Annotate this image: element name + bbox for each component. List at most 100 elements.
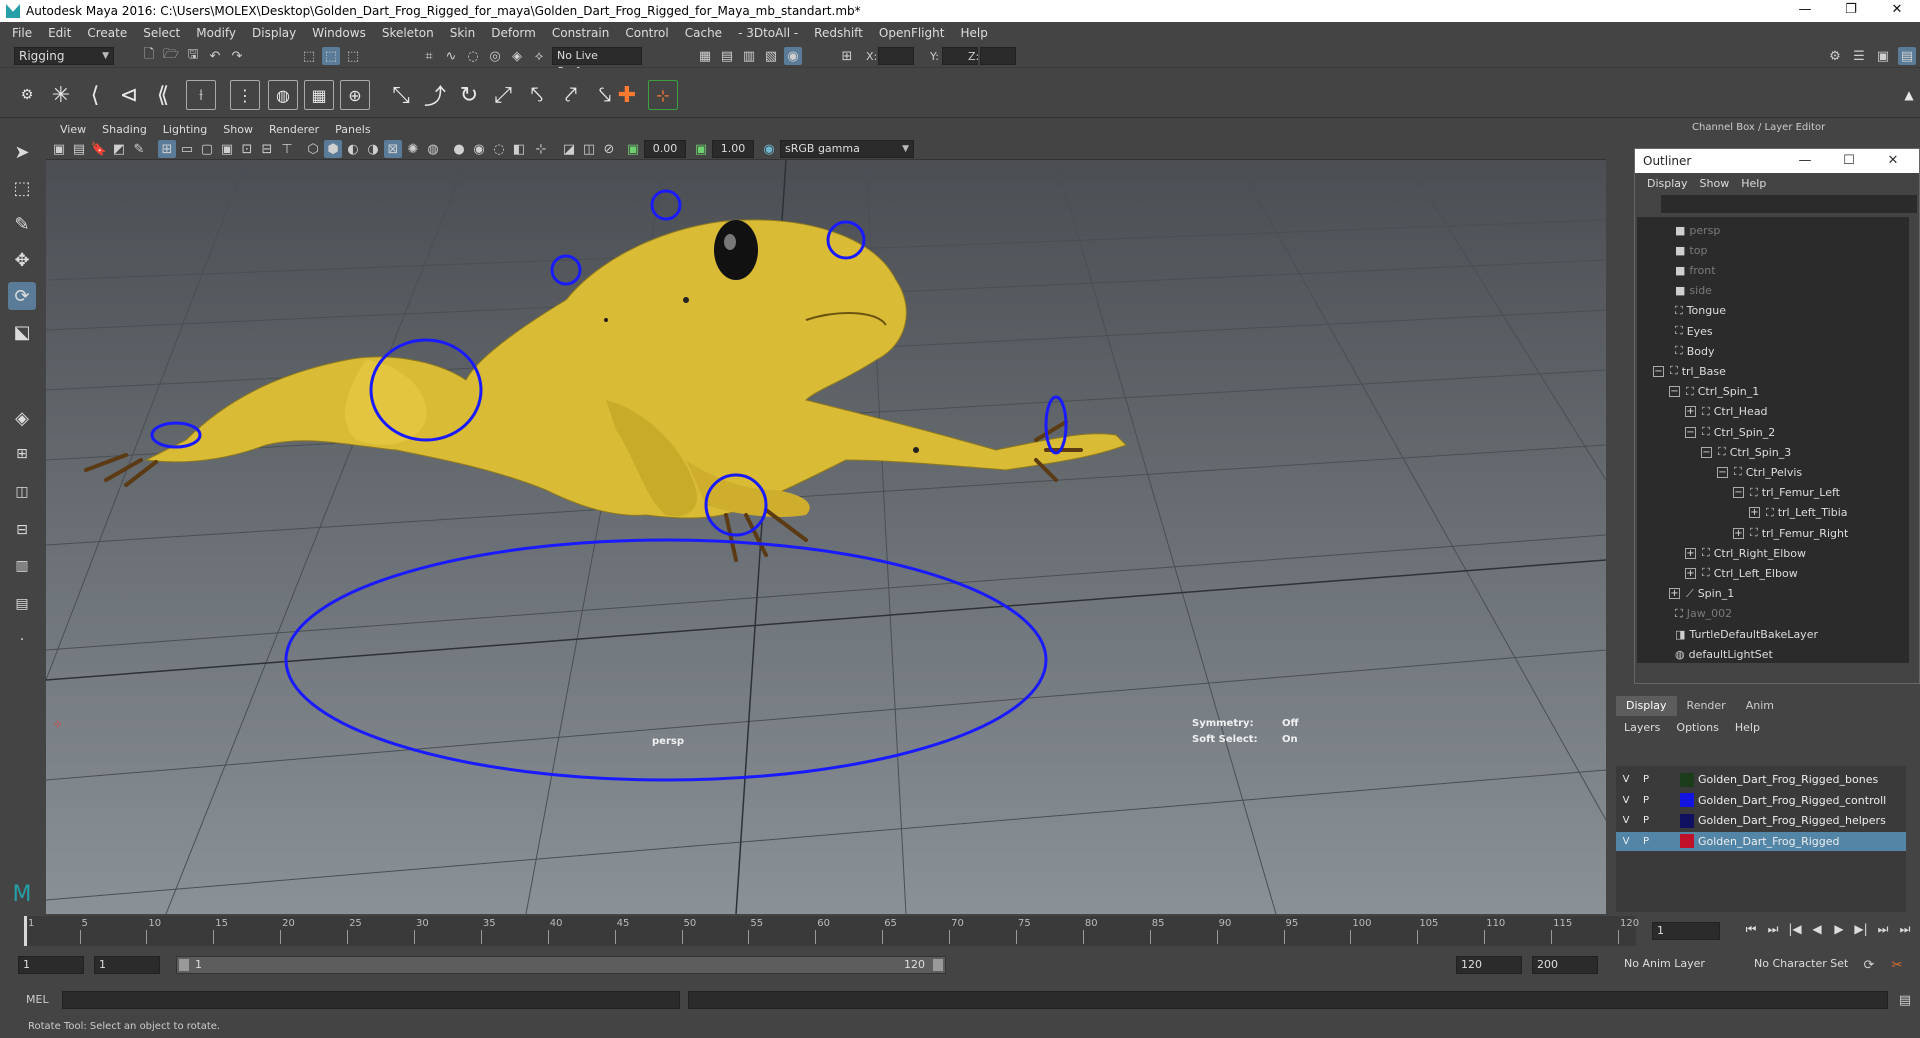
command-language-label[interactable]: MEL [26, 993, 49, 1006]
go-to-end-button[interactable]: ⏭ [1894, 922, 1916, 937]
current-frame-field[interactable]: 1 [1652, 922, 1720, 940]
tab-render[interactable]: Render [1677, 696, 1736, 716]
expand-icon[interactable]: + [1669, 588, 1680, 600]
vp-menu-lighting[interactable]: Lighting [155, 123, 215, 136]
transform-mode-icon[interactable]: ⊞ [838, 47, 856, 65]
layer-color-swatch[interactable] [1680, 834, 1694, 848]
layer-row[interactable]: V P Golden_Dart_Frog_Rigged_helpers [1616, 811, 1906, 830]
layer-visibility-toggle[interactable]: V [1616, 774, 1636, 785]
vp-menu-show[interactable]: Show [215, 123, 261, 136]
layer-playback-toggle[interactable]: P [1636, 815, 1656, 826]
layout-outliner-icon[interactable]: ▥ [8, 552, 36, 580]
render-frame-icon[interactable]: ▦ [696, 47, 714, 65]
gate-mask-icon[interactable]: ▣ [218, 140, 236, 158]
layer-playback-toggle[interactable]: P [1636, 774, 1656, 785]
expand-icon[interactable]: + [1685, 406, 1696, 418]
range-bar[interactable]: 1 120 [176, 956, 946, 974]
character-set-dropdown[interactable]: No Character Set [1750, 956, 1876, 974]
anim-layer-dropdown[interactable]: No Anim Layer [1620, 956, 1744, 974]
outliner-item[interactable]: + ⛶ trl_Left_Tibia [1749, 504, 1848, 522]
outliner-item[interactable]: ⛶ Jaw_002 [1675, 605, 1732, 623]
tool-settings-icon[interactable]: ▣ [1874, 47, 1892, 65]
exposure-field[interactable]: 0.00 [644, 140, 686, 158]
grease-pencil-icon[interactable]: ✎ [130, 140, 148, 158]
motion-blur-icon[interactable]: ◉ [470, 140, 488, 158]
menu-windows[interactable]: Windows [304, 26, 374, 40]
outliner-tree[interactable]: ■ persp ■ top ■ front ■ side ⛶ Tongue ⛶ Eyes ⛶ Body − ⛶… [1637, 217, 1909, 663]
wireframe-on-shaded-icon[interactable]: ⊠ [384, 140, 402, 158]
outliner-item[interactable]: ⛶ Eyes [1675, 322, 1713, 340]
aim-constraint-icon[interactable]: ⤴ [420, 80, 450, 110]
outliner-item[interactable]: − ⛶ Ctrl_Pelvis [1717, 463, 1802, 481]
render-view-icon[interactable]: ▤ [718, 47, 736, 65]
layer-visibility-toggle[interactable]: V [1616, 836, 1636, 847]
bind-skin-icon[interactable]: ⟊ [186, 80, 216, 110]
outliner-menu-display[interactable]: Display [1641, 177, 1694, 190]
expand-icon[interactable]: + [1749, 507, 1760, 519]
antialiasing-icon[interactable]: ◌ [490, 140, 508, 158]
layout-side-icon[interactable]: ◫ [8, 478, 36, 506]
outliner-close-button[interactable]: ✕ [1871, 149, 1915, 173]
menuset-dropdown[interactable]: Rigging ▼ [14, 47, 114, 65]
layout-graph-icon[interactable]: ▤ [8, 590, 36, 618]
outliner-item[interactable]: − ⛶ trl_Base [1653, 362, 1726, 380]
menu-help[interactable]: Help [952, 26, 995, 40]
play-backwards-button[interactable]: ◀ [1806, 922, 1828, 937]
select-tool-icon[interactable]: ➤ [8, 138, 36, 166]
layer-color-swatch[interactable] [1680, 772, 1694, 787]
timeline-ruler[interactable]: 1 5 10 15 20 25 30 35 40 45 50 55 60 65 70 75 80 85 90 95 10… [24, 916, 1639, 946]
restore-button[interactable]: ❐ [1828, 0, 1874, 22]
layout-stack-icon[interactable]: ⊟ [8, 516, 36, 544]
group-icon[interactable]: ⊹ [648, 80, 678, 110]
create-joints-icon[interactable]: ✳ [46, 80, 76, 110]
shelf-scroll-icon[interactable]: ▲ [1894, 80, 1920, 110]
x-field[interactable] [878, 47, 914, 65]
outliner-item[interactable]: − ⛶ Ctrl_Spin_2 [1685, 423, 1775, 441]
safe-title-icon[interactable]: ⊤ [278, 140, 296, 158]
vp-menu-shading[interactable]: Shading [94, 123, 155, 136]
viewport-scene[interactable]: Symmetry: Off Soft Select: On persp ⊹ [46, 160, 1606, 914]
xray-components-icon[interactable]: ⊘ [600, 140, 618, 158]
vp-menu-panels[interactable]: Panels [327, 123, 378, 136]
point-constraint-icon[interactable]: ⤡ [386, 80, 416, 110]
menu-skin[interactable]: Skin [442, 26, 484, 40]
outliner-maximize-button[interactable]: ☐ [1827, 149, 1871, 173]
exposure-icon[interactable]: ▣ [624, 140, 642, 158]
color-management-icon[interactable]: ◉ [760, 140, 778, 158]
collapse-icon[interactable]: − [1653, 365, 1664, 377]
menu-redshift[interactable]: Redshift [806, 26, 871, 40]
layer-row[interactable]: V P Golden_Dart_Frog_Rigged [1616, 831, 1906, 851]
textured-icon[interactable]: ◑ [364, 140, 382, 158]
ambient-occlusion-icon[interactable]: ● [450, 140, 468, 158]
step-back-frame-button[interactable]: |◀ [1784, 922, 1806, 937]
end-time-field[interactable]: 200 [1532, 956, 1598, 974]
ipr-render-icon[interactable]: ▥ [740, 47, 758, 65]
collapse-icon[interactable]: − [1669, 386, 1680, 398]
lattice-icon[interactable]: ▦ [304, 80, 334, 110]
menu-3dtoall[interactable]: - 3DtoAll - [730, 26, 806, 40]
tab-anim[interactable]: Anim [1736, 696, 1784, 716]
layer-color-swatch[interactable] [1680, 813, 1694, 828]
snap-grid-icon[interactable]: ⌗ [420, 47, 438, 65]
z-field[interactable] [980, 47, 1016, 65]
outliner-item[interactable]: ⛶ Body [1675, 342, 1714, 360]
render-settings-icon[interactable]: ▧ [762, 47, 780, 65]
outliner-item[interactable]: + ⛶ Ctrl_Right_Elbow [1685, 544, 1806, 562]
default-material-icon[interactable]: ◐ [344, 140, 362, 158]
insert-joint-icon[interactable]: ⟨ [80, 80, 110, 110]
collapse-icon[interactable]: − [1685, 426, 1696, 438]
depth-of-field-icon[interactable]: ◧ [510, 140, 528, 158]
menu-skeleton[interactable]: Skeleton [374, 26, 442, 40]
menu-cache[interactable]: Cache [677, 26, 730, 40]
ik-spline-icon[interactable]: ⟪ [148, 80, 178, 110]
outliner-item[interactable]: + ⛶ trl_Femur_Right [1733, 524, 1848, 542]
expand-icon[interactable]: + [1733, 527, 1744, 539]
outliner-item[interactable]: ⛶ Tongue [1675, 302, 1726, 320]
snap-surface-icon[interactable]: ◈ [508, 47, 526, 65]
wireframe-icon[interactable]: ⬡ [304, 140, 322, 158]
snap-curve-icon[interactable]: ∿ [442, 47, 460, 65]
attribute-editor-icon[interactable]: ☰ [1850, 47, 1868, 65]
camera-attributes-icon[interactable]: ▤ [70, 140, 88, 158]
vp-menu-renderer[interactable]: Renderer [261, 123, 327, 136]
outliner-item[interactable]: ■ side [1675, 282, 1712, 300]
